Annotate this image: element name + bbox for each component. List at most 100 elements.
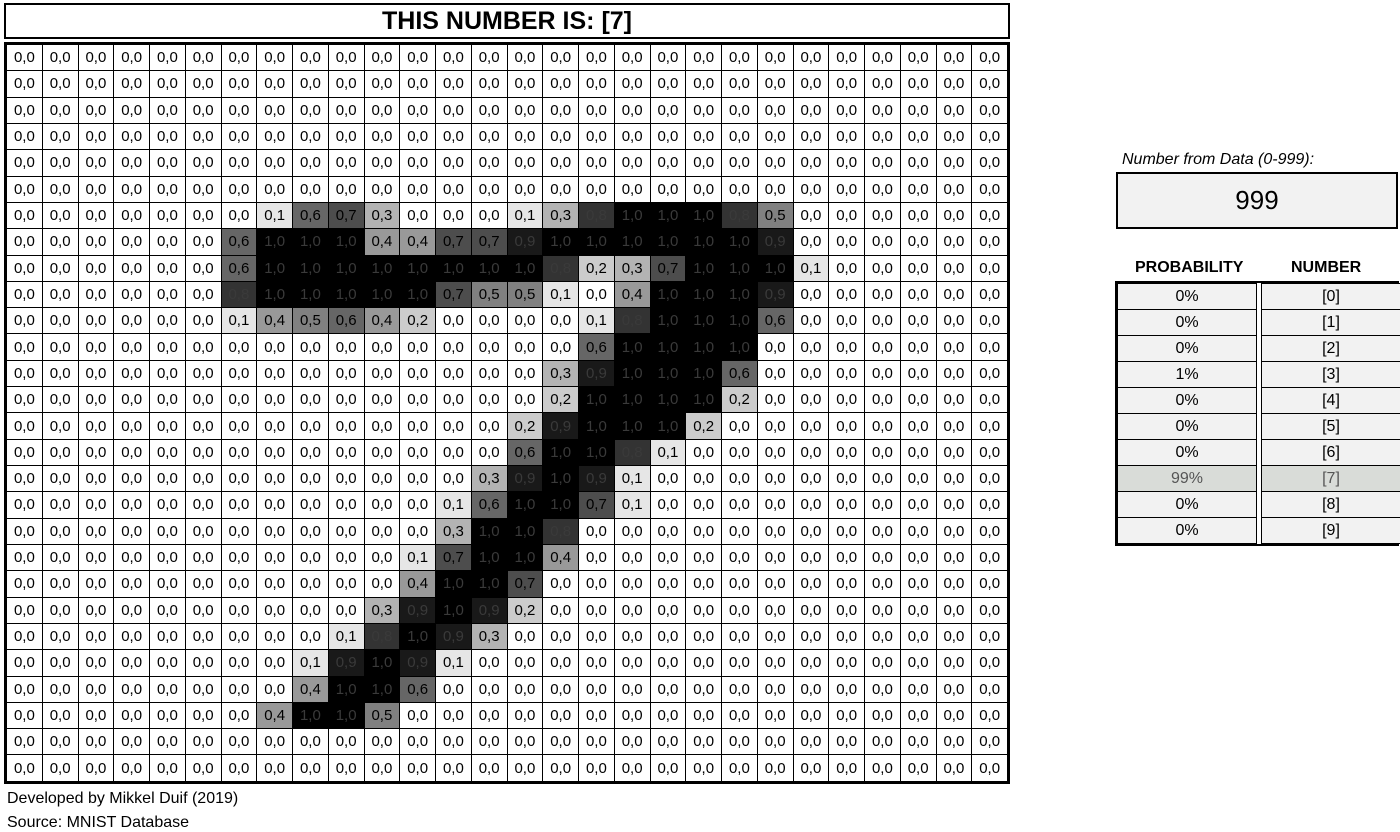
grid-cell: 0,0 — [936, 492, 972, 518]
grid-cell: 0,0 — [436, 413, 472, 439]
grid-cell: 0,0 — [793, 308, 829, 334]
grid-cell: 0,6 — [507, 439, 543, 465]
digit-label: [1] — [1262, 310, 1400, 336]
digit-label: [9] — [1262, 518, 1400, 544]
grid-cell: 0,0 — [865, 176, 901, 202]
grid-cell: 0,0 — [722, 71, 758, 97]
grid-cell: 0,0 — [150, 281, 186, 307]
grid-cell: 0,0 — [650, 544, 686, 570]
grid-cell: 0,0 — [7, 97, 43, 123]
grid-cell: 0,0 — [579, 518, 615, 544]
grid-cell: 0,0 — [257, 176, 293, 202]
grid-cell: 0,0 — [543, 71, 579, 97]
grid-cell: 0,0 — [42, 597, 78, 623]
grid-cell: 0,0 — [900, 571, 936, 597]
grid-cell: 0,0 — [150, 492, 186, 518]
grid-cell: 0,9 — [579, 466, 615, 492]
grid-cell: 0,0 — [543, 123, 579, 149]
grid-cell: 0,0 — [543, 308, 579, 334]
grid-cell: 0,6 — [471, 492, 507, 518]
grid-cell: 0,0 — [400, 413, 436, 439]
grid-cell: 0,9 — [507, 229, 543, 255]
grid-cell: 0,0 — [185, 702, 221, 728]
grid-cell: 1,0 — [614, 334, 650, 360]
grid-cell: 0,0 — [42, 729, 78, 755]
grid-cell: 0,0 — [42, 45, 78, 71]
grid-cell: 0,9 — [757, 281, 793, 307]
grid-cell: 0,6 — [400, 676, 436, 702]
grid-cell: 0,9 — [400, 650, 436, 676]
grid-cell: 0,0 — [328, 439, 364, 465]
grid-cell: 0,0 — [114, 308, 150, 334]
grid-cell: 0,0 — [78, 176, 114, 202]
number-input-label: Number from Data (0-999): — [1122, 151, 1314, 169]
grid-cell: 0,0 — [686, 150, 722, 176]
grid-cell: 0,0 — [579, 176, 615, 202]
number-input[interactable]: 999 — [1116, 172, 1398, 229]
grid-cell: 0,0 — [865, 387, 901, 413]
grid-cell: 0,5 — [293, 308, 329, 334]
grid-row: 0,00,00,00,00,00,00,00,00,00,00,00,00,00… — [7, 97, 1008, 123]
grid-row: 0,00,00,00,00,00,00,00,00,10,91,00,90,10… — [7, 650, 1008, 676]
grid-cell: 0,0 — [471, 97, 507, 123]
probability-table: 0%[0]0%[1]0%[2]1%[3]0%[4]0%[5]0%[6]99%[7… — [1115, 281, 1399, 546]
grid-cell: 0,0 — [293, 571, 329, 597]
grid-cell: 0,0 — [257, 466, 293, 492]
grid-cell: 0,0 — [221, 202, 257, 228]
grid-cell: 0,0 — [114, 150, 150, 176]
grid-cell: 0,0 — [436, 176, 472, 202]
grid-cell: 0,0 — [579, 544, 615, 570]
grid-cell: 0,0 — [293, 334, 329, 360]
grid-row: 0,00,00,00,00,00,00,00,00,00,00,00,00,00… — [7, 413, 1008, 439]
grid-cell: 0,0 — [543, 755, 579, 782]
grid-cell: 0,0 — [757, 571, 793, 597]
pixel-grid-table: 0,00,00,00,00,00,00,00,00,00,00,00,00,00… — [6, 44, 1008, 782]
grid-cell: 1,0 — [757, 255, 793, 281]
grid-cell: 1,0 — [328, 281, 364, 307]
grid-cell: 0,0 — [614, 676, 650, 702]
grid-cell: 0,0 — [185, 597, 221, 623]
grid-cell: 0,0 — [757, 466, 793, 492]
grid-cell: 0,0 — [900, 71, 936, 97]
grid-cell: 0,0 — [936, 702, 972, 728]
grid-cell: 0,3 — [543, 360, 579, 386]
grid-cell: 0,0 — [650, 597, 686, 623]
grid-cell: 0,0 — [757, 439, 793, 465]
digit-label: [7] — [1262, 466, 1400, 492]
grid-cell: 0,0 — [507, 308, 543, 334]
grid-cell: 0,0 — [936, 439, 972, 465]
grid-cell: 0,0 — [150, 466, 186, 492]
grid-cell: 0,0 — [7, 623, 43, 649]
grid-cell: 0,0 — [150, 413, 186, 439]
grid-cell: 0,0 — [471, 308, 507, 334]
grid-cell: 0,0 — [42, 71, 78, 97]
grid-cell: 0,0 — [757, 676, 793, 702]
grid-row: 0,00,00,00,00,00,00,00,41,01,00,50,00,00… — [7, 702, 1008, 728]
grid-cell: 0,0 — [221, 176, 257, 202]
grid-cell: 0,0 — [42, 676, 78, 702]
grid-cell: 0,0 — [78, 571, 114, 597]
grid-cell: 0,0 — [829, 413, 865, 439]
grid-cell: 0,0 — [114, 518, 150, 544]
grid-cell: 0,0 — [829, 518, 865, 544]
grid-cell: 0,0 — [972, 334, 1008, 360]
grid-cell: 0,0 — [936, 202, 972, 228]
grid-cell: 0,0 — [293, 623, 329, 649]
grid-cell: 0,0 — [686, 623, 722, 649]
grid-cell: 0,0 — [42, 202, 78, 228]
grid-cell: 1,0 — [364, 676, 400, 702]
grid-cell: 0,0 — [900, 45, 936, 71]
grid-cell: 0,0 — [328, 123, 364, 149]
grid-cell: 0,0 — [400, 334, 436, 360]
grid-cell: 0,0 — [185, 71, 221, 97]
grid-cell: 0,0 — [364, 755, 400, 782]
grid-cell: 0,1 — [400, 544, 436, 570]
grid-cell: 0,9 — [436, 623, 472, 649]
grid-cell: 1,0 — [436, 571, 472, 597]
grid-cell: 0,0 — [650, 45, 686, 71]
grid-cell: 0,0 — [364, 544, 400, 570]
grid-cell: 0,0 — [829, 387, 865, 413]
grid-cell: 0,0 — [900, 176, 936, 202]
grid-cell: 0,0 — [829, 123, 865, 149]
grid-cell: 0,0 — [114, 334, 150, 360]
